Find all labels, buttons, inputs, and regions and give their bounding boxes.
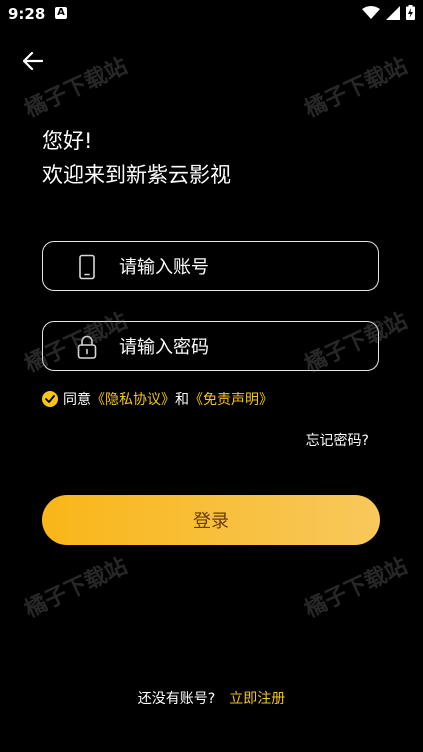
phone-icon	[79, 254, 95, 280]
agreement-and: 和	[175, 392, 189, 408]
status-time: 9:28	[8, 5, 46, 23]
notification-a-icon: A	[55, 7, 67, 19]
watermark: 橘子下载站	[300, 553, 412, 623]
greeting: 您好! 欢迎来到新紫云影视	[42, 124, 231, 192]
greeting-welcome: 欢迎来到新紫云影视	[42, 163, 231, 187]
back-button[interactable]	[18, 46, 48, 76]
login-button[interactable]: 登录	[42, 495, 380, 545]
forgot-password-link[interactable]: 忘记密码?	[306, 430, 369, 450]
arrow-left-icon	[23, 52, 43, 70]
greeting-hello: 您好!	[42, 129, 93, 153]
agreement-row: 同意 《隐私协议》 和 《免责声明》	[42, 389, 273, 409]
wifi-icon	[362, 5, 380, 19]
lock-icon	[77, 335, 97, 359]
account-placeholder: 请输入账号	[119, 257, 209, 278]
password-placeholder: 请输入密码	[119, 337, 209, 358]
register-row: 还没有账号? 立即注册	[0, 688, 423, 708]
signal-icon	[386, 5, 400, 20]
disclaimer-link[interactable]: 《免责声明》	[189, 389, 273, 409]
account-input[interactable]: 请输入账号	[42, 241, 379, 291]
agreement-prefix: 同意	[63, 392, 91, 408]
status-icons	[362, 5, 415, 20]
check-icon	[45, 395, 55, 403]
agreement-checkbox[interactable]	[42, 391, 58, 407]
status-bar: 9:28 A	[0, 0, 423, 28]
watermark: 橘子下载站	[300, 53, 412, 123]
watermark: 橘子下载站	[20, 553, 132, 623]
register-question: 还没有账号?	[137, 691, 216, 707]
password-input[interactable]: 请输入密码	[42, 321, 379, 371]
register-link[interactable]: 立即注册	[229, 688, 285, 708]
battery-charging-icon	[406, 5, 415, 20]
privacy-policy-link[interactable]: 《隐私协议》	[91, 389, 175, 409]
